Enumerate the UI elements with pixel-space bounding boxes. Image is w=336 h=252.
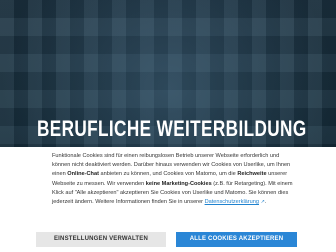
cookie-text-part: . [264, 199, 267, 206]
cookie-text-highlight-chat: Online-Chat [67, 171, 99, 178]
cookie-text-highlight-marketing: keine Marketing-Cookies [145, 180, 212, 187]
cookie-banner: Funktionale Cookies sind für einen reibu… [0, 147, 336, 252]
cookie-text-highlight-reach: Reichweite [237, 171, 267, 178]
hero-title: BERUFLICHE WEITERBILDUNG [36, 116, 307, 141]
manage-settings-button[interactable]: EINSTELLUNGEN VERWALTEN [36, 232, 166, 247]
accept-all-cookies-button[interactable]: ALLE COOKIES AKZEPTIEREN [176, 232, 297, 247]
privacy-policy-link[interactable]: Datenschutzerklärung [205, 199, 259, 205]
cookie-banner-text: Funktionale Cookies sind für einen reibu… [52, 152, 296, 207]
cookie-text-part: anbieten zu können, und Cookies von Mato… [98, 171, 238, 178]
